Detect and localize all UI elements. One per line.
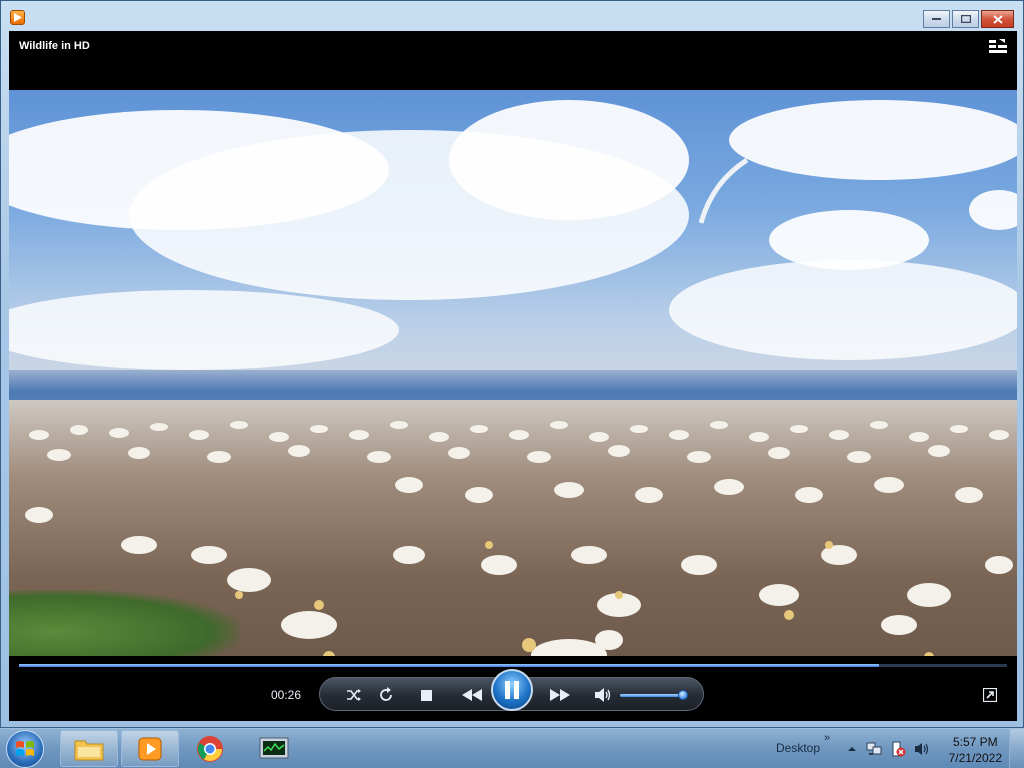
task-manager-icon <box>259 737 289 758</box>
media-player-icon <box>138 737 162 760</box>
shuffle-icon <box>347 689 361 701</box>
action-center-icon[interactable] <box>890 741 906 757</box>
volume-icon[interactable] <box>914 741 930 757</box>
network-icon[interactable] <box>866 741 882 757</box>
video-grass <box>9 590 239 656</box>
title-bar[interactable] <box>1 1 1023 31</box>
show-hidden-icons-icon[interactable] <box>844 741 860 757</box>
clock-date: 7/21/2022 <box>948 751 1002 765</box>
shuffle-button[interactable] <box>344 685 364 705</box>
fullscreen-icon[interactable] <box>983 688 997 702</box>
player-area: Wildlife in HD 00:26 <box>9 31 1017 721</box>
previous-icon <box>462 689 482 701</box>
next-button[interactable] <box>548 685 572 705</box>
maximize-button[interactable] <box>952 10 979 28</box>
volume-level <box>620 694 683 697</box>
video-frame[interactable] <box>9 90 1017 656</box>
pause-button[interactable] <box>491 669 533 711</box>
elapsed-time: 00:26 <box>271 688 302 702</box>
clock-time: 5:57 PM <box>952 735 998 749</box>
folder-icon <box>74 740 104 760</box>
volume-slider[interactable] <box>620 690 688 700</box>
stop-icon <box>420 689 432 701</box>
switch-to-library-icon[interactable] <box>989 39 1007 55</box>
mute-button[interactable] <box>594 685 614 705</box>
system-clock[interactable]: 5:57 PM 7/21/2022 <box>949 734 1002 766</box>
repeat-icon <box>380 687 392 701</box>
flying-bird <box>699 157 749 224</box>
start-button[interactable] <box>6 730 44 768</box>
speaker-icon <box>595 688 611 702</box>
previous-button[interactable] <box>460 685 484 705</box>
seek-progress <box>19 664 879 667</box>
volume-knob[interactable] <box>677 690 688 700</box>
windows-logo-icon <box>16 741 34 756</box>
minimize-icon <box>932 18 941 20</box>
maximize-icon <box>960 15 971 23</box>
playback-controls <box>319 669 704 711</box>
chrome-icon <box>197 735 223 762</box>
desktop-toolbar-label[interactable]: Desktop <box>776 741 820 755</box>
minimize-button[interactable] <box>923 10 950 28</box>
seek-bar[interactable] <box>19 664 1007 667</box>
repeat-button[interactable] <box>376 685 396 705</box>
close-icon <box>992 14 1003 24</box>
pause-icon <box>505 681 519 699</box>
toolbar-expand-icon[interactable]: » <box>824 732 830 744</box>
close-button[interactable] <box>981 10 1014 28</box>
stop-button[interactable] <box>416 685 436 705</box>
taskbar: Desktop » 5:57 PM 7/21/2022 <box>0 728 1024 768</box>
taskbar-media-player[interactable] <box>121 730 179 767</box>
media-title: Wildlife in HD <box>19 40 90 52</box>
taskbar-task-manager[interactable] <box>245 730 303 767</box>
taskbar-explorer[interactable] <box>60 730 118 767</box>
media-player-window: Wildlife in HD 00:26 <box>0 0 1024 728</box>
show-desktop-button[interactable] <box>1009 729 1024 768</box>
taskbar-chrome[interactable] <box>181 730 239 767</box>
next-icon <box>550 689 570 701</box>
media-player-icon[interactable] <box>10 10 25 25</box>
